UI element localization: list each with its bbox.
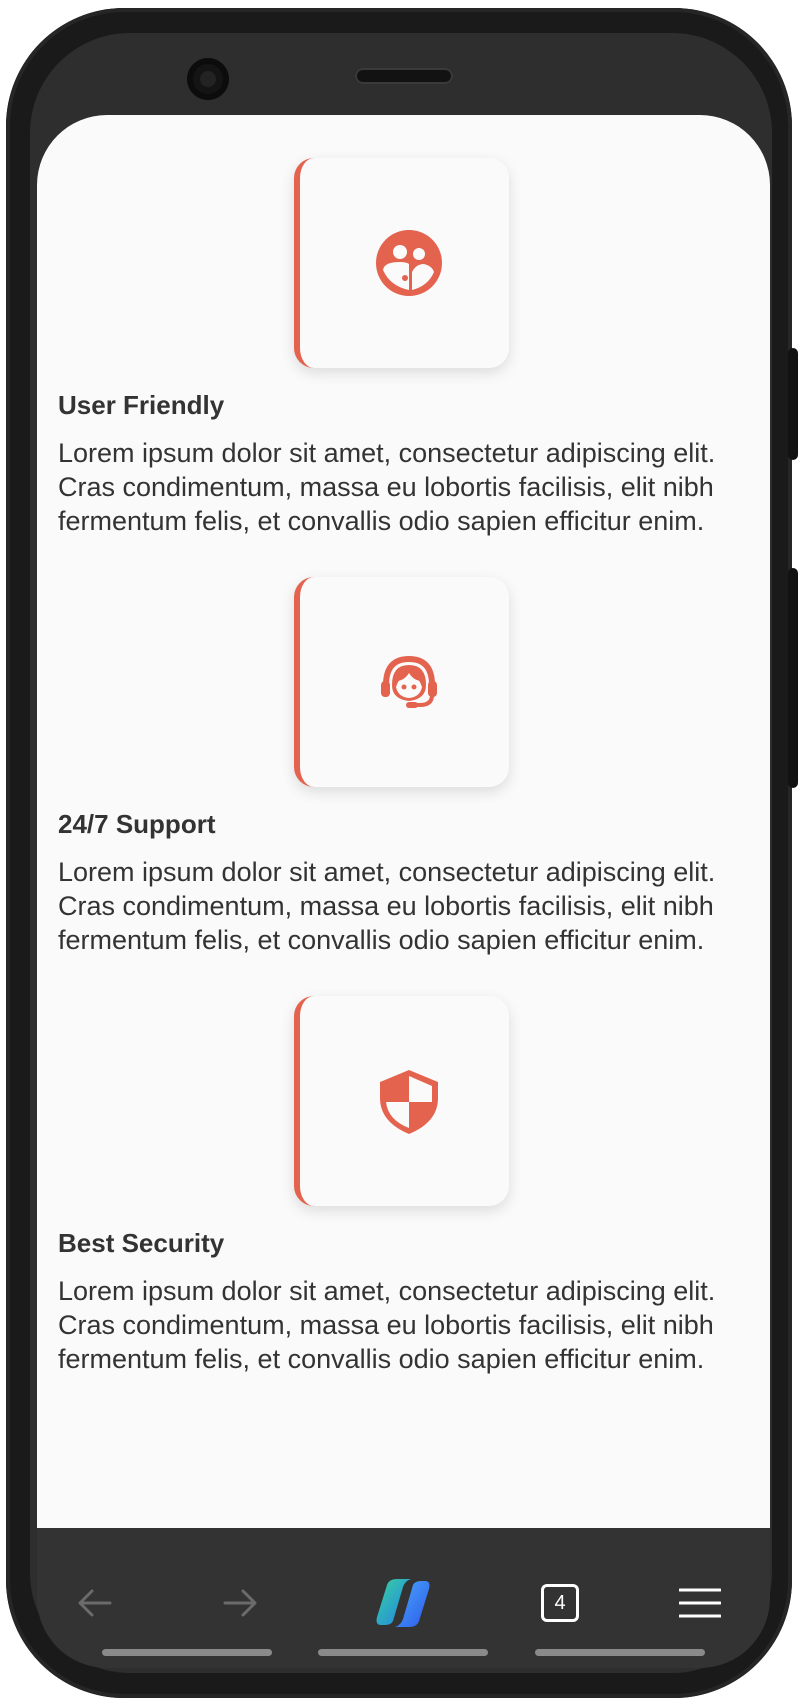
feature-icon-card xyxy=(294,577,509,787)
earpiece-speaker xyxy=(355,68,453,84)
feature-description: Lorem ipsum dolor sit amet, consectetur … xyxy=(58,857,716,955)
tab-count-badge: 4 xyxy=(541,1584,579,1622)
gesture-bar-left xyxy=(102,1649,272,1656)
feature-icon-card xyxy=(294,158,509,368)
user-friendly-icon xyxy=(376,230,442,296)
browser-toolbar: 4 xyxy=(37,1528,770,1668)
copilot-icon xyxy=(376,1579,430,1627)
feature-description: Lorem ipsum dolor sit amet, consectetur … xyxy=(58,1276,716,1374)
power-button xyxy=(788,568,798,788)
arrow-left-icon xyxy=(78,1589,112,1617)
arrow-right-icon xyxy=(223,1589,257,1617)
feature-icon-card xyxy=(294,996,509,1206)
forward-button[interactable] xyxy=(200,1568,280,1638)
browser-viewport: User Friendly Lorem ipsum dolor sit amet… xyxy=(37,115,770,1528)
menu-button[interactable] xyxy=(660,1568,740,1638)
gesture-bar-right xyxy=(535,1649,705,1656)
feature-description: Lorem ipsum dolor sit amet, consectetur … xyxy=(58,438,716,536)
phone-frame: User Friendly Lorem ipsum dolor sit amet… xyxy=(6,8,798,1698)
tabs-button[interactable]: 4 xyxy=(520,1568,600,1638)
gesture-bar-center xyxy=(318,1649,488,1656)
volume-button xyxy=(788,348,798,460)
front-camera xyxy=(187,58,229,100)
feature-title: User Friendly xyxy=(58,390,225,420)
feature-title: 24/7 Support xyxy=(58,809,216,839)
headset-support-icon xyxy=(381,655,437,708)
shield-icon xyxy=(380,1070,438,1134)
back-button[interactable] xyxy=(55,1568,135,1638)
copilot-button[interactable] xyxy=(363,1568,443,1638)
hamburger-menu-icon xyxy=(679,1588,721,1618)
feature-title: Best Security xyxy=(58,1228,225,1258)
